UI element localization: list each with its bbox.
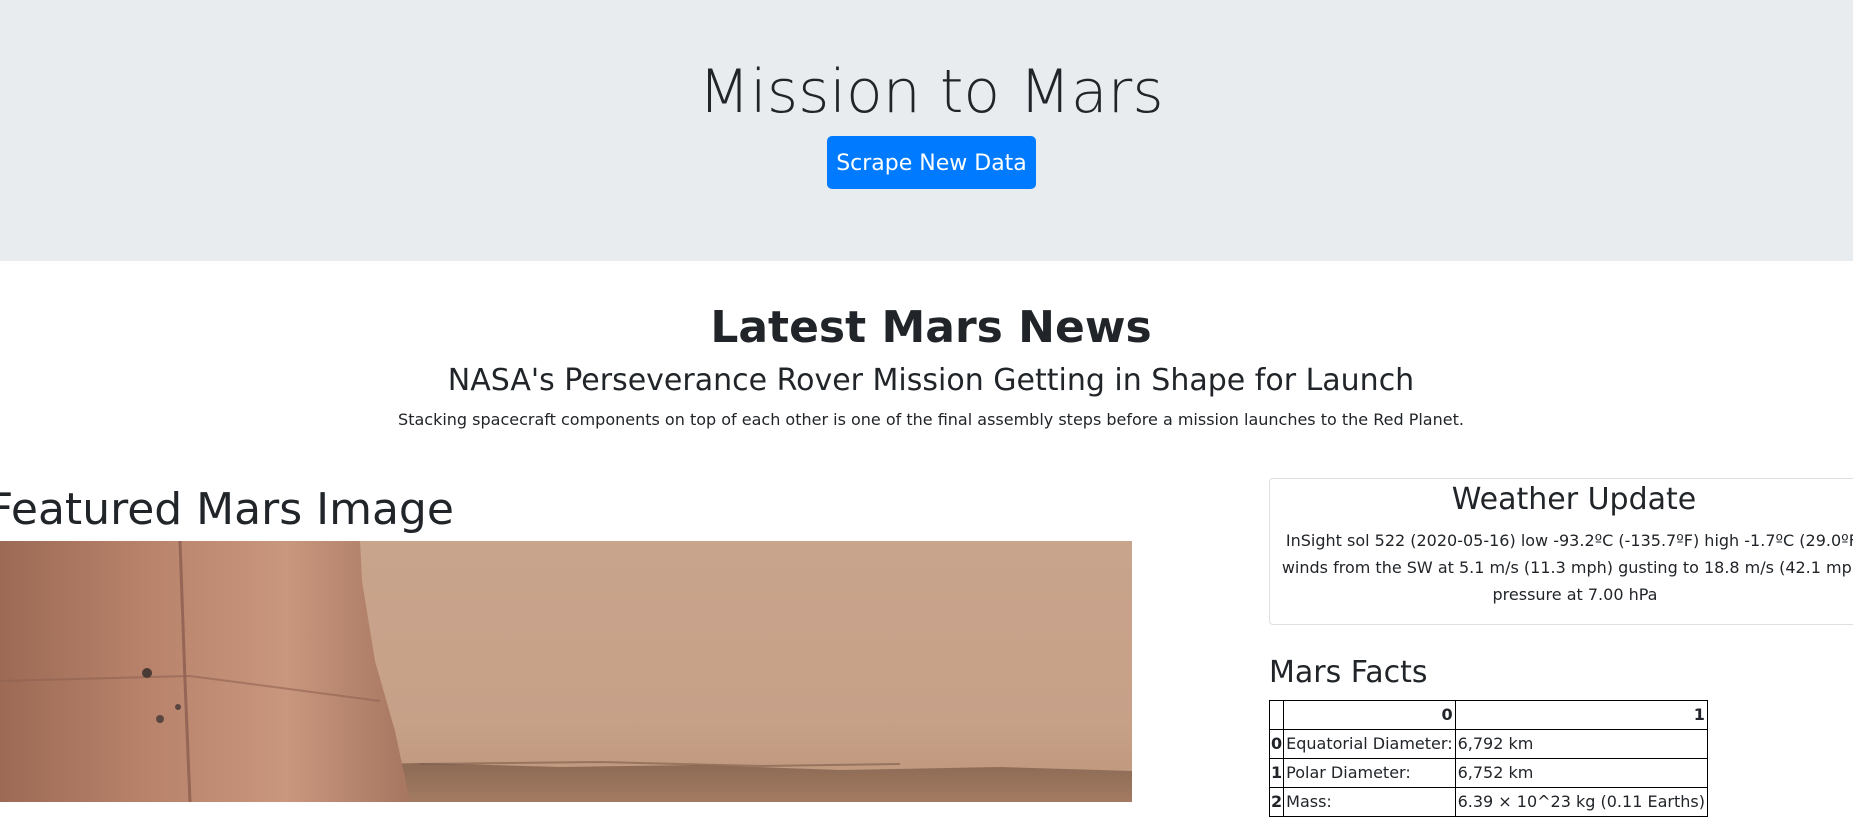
news-teaser: Stacking spacecraft components on top of… (398, 410, 1464, 429)
news-section-heading: Latest Mars News (710, 302, 1152, 353)
table-header-index (1268, 700, 1285, 730)
row-index: 0 (1268, 729, 1285, 759)
page-title: Mission to Mars (698, 57, 1164, 127)
mars-facts-heading: Mars Facts (1269, 655, 1428, 690)
featured-image-heading: Featured Mars Image (0, 484, 454, 535)
mars-landscape-image (0, 541, 1132, 802)
fact-label: Equatorial Diameter: (1283, 729, 1456, 759)
weather-title: Weather Update (1451, 482, 1697, 517)
scrape-new-data-button[interactable]: Scrape New Data (827, 136, 1036, 189)
table-header-col-1: 1 (1454, 700, 1708, 730)
fact-value: 6.39 × 10^23 kg (0.11 Earths) (1454, 787, 1708, 817)
weather-card: Weather Update InSight sol 522 (2020-05-… (1269, 478, 1853, 625)
table-row: 1 Polar Diameter: 6,752 km (1268, 758, 1708, 788)
weather-text: InSight sol 522 (2020-05-16) low -93.2ºC… (1281, 531, 1853, 604)
row-index: 1 (1268, 758, 1285, 788)
news-title: NASA's Perseverance Rover Mission Gettin… (447, 363, 1415, 398)
table-header-col-0: 0 (1283, 700, 1456, 730)
fact-label: Polar Diameter: (1283, 758, 1456, 788)
table-row: 2 Mass: 6.39 × 10^23 kg (0.11 Earths) (1268, 787, 1708, 817)
featured-mars-image (0, 541, 1132, 802)
fact-value: 6,752 km (1454, 758, 1708, 788)
row-index: 2 (1268, 787, 1285, 817)
fact-label: Mass: (1283, 787, 1456, 817)
header-jumbotron: Mission to Mars Scrape New Data (0, 0, 1853, 261)
table-row: 0 Equatorial Diameter: 6,792 km (1268, 729, 1708, 759)
mars-facts-table: 0 1 0 Equatorial Diameter: 6,792 km 1 Po… (1268, 700, 1708, 817)
table-header-row: 0 1 (1268, 700, 1708, 730)
fact-value: 6,792 km (1454, 729, 1708, 759)
